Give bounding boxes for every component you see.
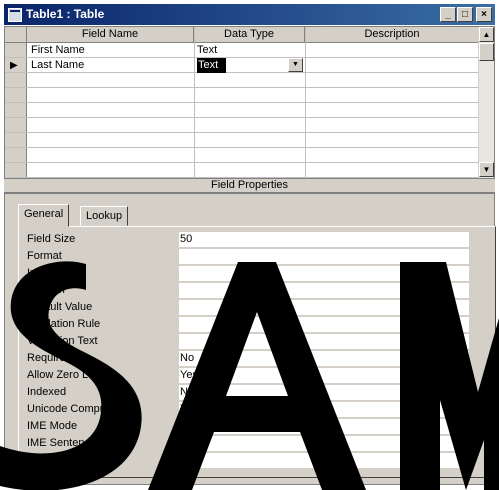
title-bar[interactable]: Table1 : Table _ □ ×: [4, 4, 495, 25]
prop-value-allow-zero-length[interactable]: Yes: [179, 368, 469, 383]
field-properties-label: Field Properties: [4, 179, 495, 193]
row2-field-name[interactable]: Last Name: [31, 58, 191, 73]
window-title: Table1 : Table: [26, 7, 105, 21]
prop-value-required[interactable]: No: [179, 351, 469, 366]
table-design-window: Table1 : Table _ □ × Field Name Data Typ…: [0, 0, 499, 490]
tab-lookup[interactable]: Lookup: [80, 206, 129, 226]
table-icon: [8, 8, 22, 22]
prop-label-allow-zero-length: Allow Zero Length: [27, 369, 116, 381]
scroll-up-icon[interactable]: ▲: [479, 27, 494, 42]
prop-value-validation-rule[interactable]: [179, 317, 469, 332]
prop-label-ime-sentence-mode: IME Sentence Mode: [27, 437, 127, 449]
row1-description[interactable]: [308, 43, 468, 58]
prop-label-caption: Caption: [27, 284, 65, 296]
prop-value-format[interactable]: [179, 249, 469, 264]
field-grid: Field Name Data Type Description First N…: [4, 26, 495, 179]
prop-value-field-size[interactable]: 50: [179, 232, 469, 247]
prop-value-unicode-compression[interactable]: Yes: [179, 402, 469, 417]
scroll-down-icon[interactable]: ▼: [479, 162, 494, 177]
close-button[interactable]: ×: [476, 7, 492, 22]
prop-label-required: Required: [27, 352, 72, 364]
prop-label-default-value: Default Value: [27, 301, 93, 313]
prop-label-validation-rule: Validation Rule: [27, 318, 101, 330]
row1-data-type[interactable]: Text: [197, 43, 297, 58]
prop-label-input-mask: Input Mask: [27, 267, 81, 279]
scroll-thumb[interactable]: [479, 43, 494, 61]
corner-header: [5, 27, 27, 43]
prop-label-indexed: Indexed: [27, 386, 67, 398]
grid-vertical-scrollbar[interactable]: ▲ ▼: [478, 27, 494, 178]
maximize-button[interactable]: □: [457, 7, 473, 22]
header-description[interactable]: Description: [305, 27, 480, 43]
prop-value-default-value[interactable]: [179, 300, 469, 315]
prop-value-input-mask[interactable]: [179, 266, 469, 281]
prop-value-ime-mode[interactable]: No Control: [179, 419, 469, 434]
current-row-indicator-icon: ▶: [10, 60, 18, 71]
prop-value-indexed[interactable]: No: [179, 385, 469, 400]
row1-field-name[interactable]: First Name: [31, 43, 191, 58]
tab-general[interactable]: General: [18, 204, 70, 227]
prop-value-validation-text[interactable]: [179, 334, 469, 349]
row2-description[interactable]: [308, 58, 468, 73]
minimize-button[interactable]: _: [440, 7, 456, 22]
prop-value-caption[interactable]: [179, 283, 469, 298]
prop-label-validation-text: Validation Text: [27, 335, 98, 347]
prop-label-field-size: Field Size: [27, 233, 76, 245]
prop-label-unicode-compression: Unicode Compression: [27, 403, 136, 415]
prop-value-ime-sentence-mode[interactable]: None: [179, 436, 469, 451]
prop-value-smart-tags[interactable]: [179, 453, 469, 468]
prop-label-smart-tags: Smart Tags: [27, 454, 83, 466]
data-type-dropdown-icon[interactable]: ▼: [288, 58, 303, 72]
field-properties-pane: General Lookup Field Size 50 Format Inpu…: [4, 193, 496, 485]
prop-label-format: Format: [27, 250, 62, 262]
row2-data-type[interactable]: Text: [197, 58, 226, 73]
header-data-type[interactable]: Data Type: [194, 27, 305, 43]
general-tab-panel: Field Size 50 Format Input Mask Caption …: [18, 226, 496, 478]
header-field-name[interactable]: Field Name: [27, 27, 194, 43]
prop-label-ime-mode: IME Mode: [27, 420, 78, 432]
